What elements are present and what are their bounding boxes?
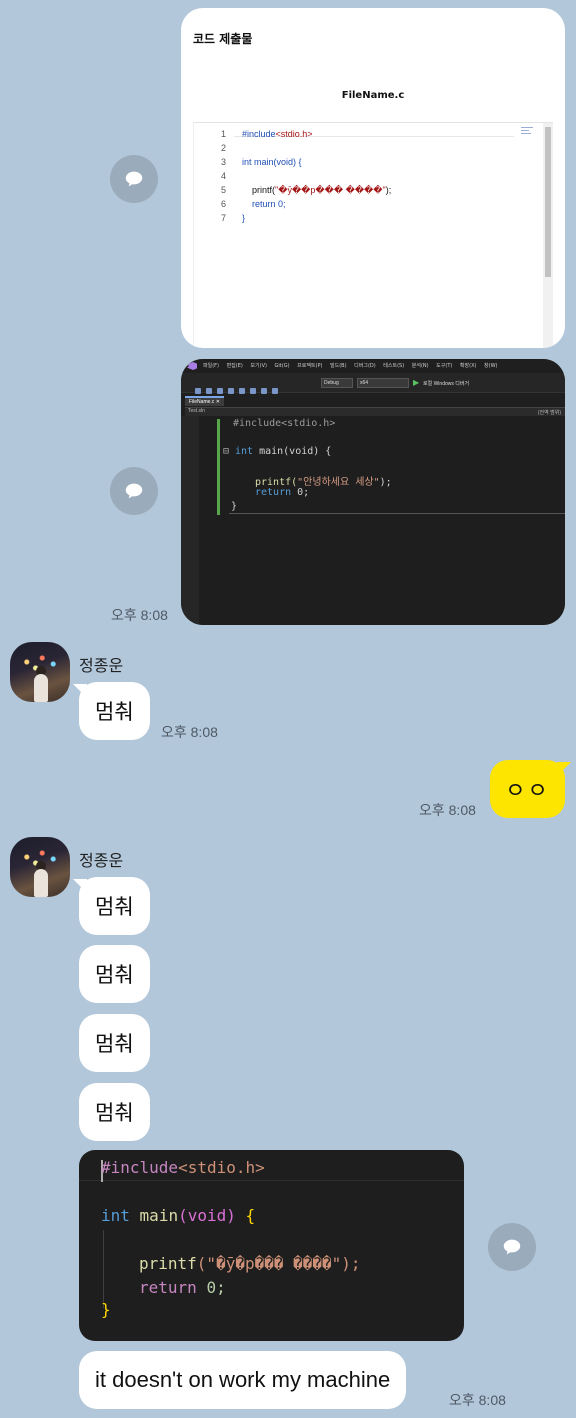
code-line: #include<stdio.h> [233,418,336,429]
share-icon[interactable] [110,155,158,203]
message-bubble[interactable]: 멈춰 [79,1014,150,1072]
file-name: FileName.c [341,90,405,101]
vs-logo-icon [187,362,197,370]
message-time: 오후 8:08 [419,802,476,818]
message-bubble[interactable]: 멈춰 [73,682,150,740]
minimap [521,127,535,136]
code-line: return 0; [255,487,310,498]
card-title: 코드 제출물 [193,32,253,46]
code-line: } [231,501,238,512]
toolbar: Debug x64 ▶ 로컬 Windows 디버거 [181,373,565,394]
avatar[interactable] [10,837,70,897]
code-image[interactable]: #include<stdio.h> int main(void) { print… [79,1150,464,1341]
play-icon: ▶ [413,378,420,387]
line-number: 7 [220,213,226,223]
code-submission-card[interactable]: 코드 제출물 FileName.c 1 #include<stdio.h> 2 3 in… [181,8,565,348]
code-line: 2 [194,143,226,157]
message-bubble[interactable]: 멈춰 [79,1083,150,1141]
code-line: printf("�ȳ�p��� ����"); [139,1254,361,1273]
config-dropdown: Debug [321,378,353,388]
code-area: #include<stdio.h> ⊟ int main(void) { pri… [199,416,565,625]
change-indicator [217,419,220,515]
sender-name: 정종운 [79,656,124,675]
code-line: int main(void) { [101,1206,256,1225]
code-line: 6 return 0; [194,199,286,213]
code-line: 5 printf("�ȳ��p��� ����"); [194,185,391,199]
code-line: printf("안녕하세요 세상"); [255,477,392,488]
sender-name: 정종운 [79,851,124,870]
platform-dropdown: x64 [357,378,409,388]
run-label: 로컬 Windows 디버거 [423,381,470,387]
line-number: 5 [220,185,226,195]
editor-gutter [181,416,199,625]
code-line: int main(void) { [235,446,332,457]
code-line: return 0; [139,1278,226,1297]
line-number: 3 [220,157,226,167]
message-bubble[interactable]: 멈춰 [73,877,150,935]
share-icon[interactable] [110,467,158,515]
message-bubble[interactable]: it doesn't on work my machine [79,1351,407,1409]
visual-studio-screenshot[interactable]: 파일(F) 편집(E) 보기(V) Git(G) 프로젝트(P) 빌드(B) 디… [181,359,565,625]
my-message-bubble[interactable]: ㅇㅇ [490,760,571,818]
share-icon[interactable] [488,1223,536,1271]
line-number: 1 [220,129,226,139]
line-number: 4 [220,171,226,181]
message-bubble[interactable]: 멈춰 [79,945,150,1003]
scrollbar[interactable] [543,123,553,348]
code-line: 7} [194,213,245,227]
code-line: } [101,1300,111,1319]
close-icon: ✕ [215,399,220,405]
line-number: 2 [220,143,226,153]
code-line: 4 [194,171,226,185]
code-editor: 1 #include<stdio.h> 2 3 int main(void) {4 5 p… [193,122,553,348]
line-number: 6 [220,199,226,209]
message-time: 오후 8:08 [449,1392,506,1408]
toolbar-icons [195,379,315,394]
nav-bar: Test.sln (전역 범위) [185,407,565,416]
code-line: #include<stdio.h> [101,1158,265,1177]
editor-tab: FileName.c ✕ [185,396,224,406]
avatar[interactable] [10,642,70,702]
code-line: 3 int main(void) { [194,157,302,171]
message-time: 오후 8:08 [161,724,218,740]
code-line: 1 #include<stdio.h> [194,129,313,143]
menu-bar: 파일(F) 편집(E) 보기(V) Git(G) 프로젝트(P) 빌드(B) 디… [181,359,565,373]
message-time: 오후 8:08 [111,607,168,623]
